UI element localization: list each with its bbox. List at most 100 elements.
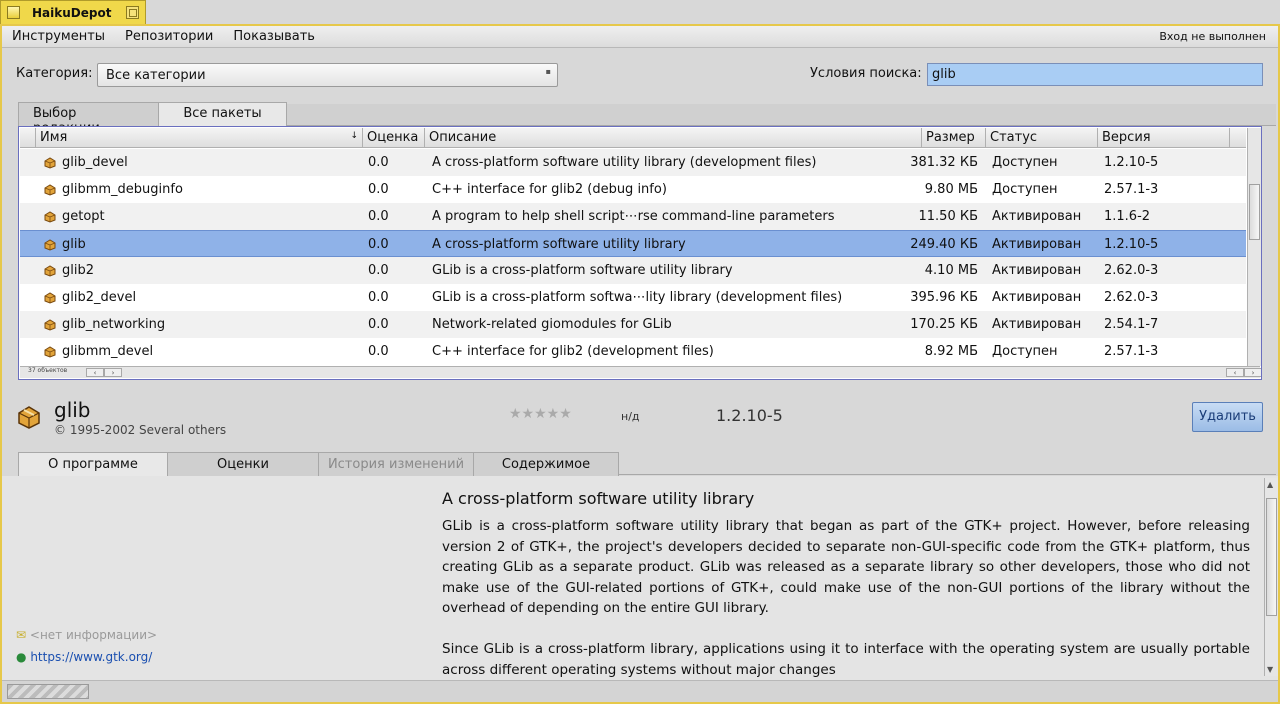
package-icon (44, 239, 56, 251)
scroll-down-icon[interactable]: ▼ (1267, 665, 1273, 674)
row-rating: 0.0 (368, 290, 389, 305)
table-row[interactable]: glib2 0.0 GLib is a cross-platform softw… (20, 257, 1246, 284)
list-header: Имя ↓ Оценка Описание Размер Статус Верс… (20, 128, 1246, 148)
login-status[interactable]: Вход не выполнен (1159, 30, 1278, 43)
about-title: A cross-platform software utility librar… (442, 489, 755, 508)
tab-about[interactable]: О программе (18, 452, 168, 476)
row-description: A cross-platform software utility librar… (432, 155, 817, 170)
row-status: Доступен (992, 344, 1058, 359)
package-icon (44, 319, 56, 331)
tab-featured[interactable]: Выбор редакции (18, 102, 159, 136)
row-size: 9.80 МБ (924, 182, 978, 197)
tab-contents[interactable]: Содержимое (473, 452, 619, 476)
about-description-2: Since GLib is a cross-platform library, … (442, 641, 1250, 678)
list-vertical-scrollbar[interactable] (1247, 128, 1261, 366)
remove-button[interactable]: Удалить (1192, 402, 1263, 432)
tab-changelog: История изменений (318, 452, 474, 476)
package-icon (44, 211, 56, 223)
row-version: 2.57.1-3 (1104, 344, 1159, 359)
item-count: 37 объектов (28, 367, 68, 374)
table-row-selected[interactable]: glib 0.0 A cross-platform software utili… (20, 230, 1246, 257)
row-rating: 0.0 (368, 237, 389, 252)
header-rating[interactable]: Оценка (363, 128, 425, 148)
package-large-icon (18, 406, 40, 429)
package-version: 1.2.10-5 (716, 406, 783, 425)
progress-bar (7, 684, 89, 699)
close-window-button[interactable] (7, 6, 20, 19)
about-description: GLib is a cross-platform software utilit… (442, 518, 1250, 616)
category-value: Все категории (106, 68, 206, 83)
search-input[interactable] (927, 63, 1263, 86)
table-row[interactable]: glib2_devel 0.0 GLib is a cross-platform… (20, 284, 1246, 311)
header-status[interactable]: Статус (986, 128, 1098, 148)
website-link[interactable]: ● https://www.gtk.org/ (16, 650, 152, 664)
package-icon (44, 184, 56, 196)
row-name: glib_devel (62, 155, 128, 170)
list-rows: glib_devel 0.0 A cross-platform software… (20, 149, 1246, 365)
sort-down-icon: ↓ (350, 131, 358, 141)
row-status: Активирован (992, 263, 1082, 278)
row-name: glib2 (62, 263, 94, 278)
row-description: C++ interface for glib2 (debug info) (432, 182, 667, 197)
category-select[interactable]: Все категории ▪ (97, 63, 558, 87)
row-version: 2.62.0-3 (1104, 263, 1159, 278)
scroll-left-icon[interactable]: ‹ (86, 368, 104, 377)
package-name: glib (54, 398, 91, 422)
publisher-email: ✉ <нет информации> (16, 628, 157, 642)
row-description: A cross-platform software utility librar… (432, 237, 686, 252)
header-spacer (20, 128, 36, 148)
window-tab[interactable]: HaikuDepot (0, 0, 146, 24)
table-row[interactable]: glib_networking 0.0 Network-related giom… (20, 311, 1246, 338)
row-rating: 0.0 (368, 209, 389, 224)
header-size[interactable]: Размер (922, 128, 986, 148)
row-rating: 0.0 (368, 182, 389, 197)
row-description: A program to help shell script⋯rse comma… (432, 209, 835, 224)
menu-tools[interactable]: Инструменты (2, 29, 115, 44)
scroll-left-icon[interactable]: ‹ (1226, 368, 1244, 377)
row-size: 170.25 КБ (910, 317, 978, 332)
row-size: 249.40 КБ (910, 237, 978, 252)
header-name[interactable]: Имя ↓ (36, 128, 363, 148)
package-list[interactable]: Имя ↓ Оценка Описание Размер Статус Верс… (18, 126, 1262, 380)
package-copyright: © 1995-2002 Several others (54, 423, 227, 437)
scrollbar-thumb[interactable] (1249, 184, 1260, 240)
header-description[interactable]: Описание (425, 128, 922, 148)
row-description: C++ interface for glib2 (development fil… (432, 344, 714, 359)
row-size: 11.50 КБ (918, 209, 979, 224)
row-rating: 0.0 (368, 155, 389, 170)
table-row[interactable]: glib_devel 0.0 A cross-platform software… (20, 149, 1246, 176)
table-row[interactable]: glibmm_debuginfo 0.0 C++ interface for g… (20, 176, 1246, 203)
row-version: 2.54.1-7 (1104, 317, 1159, 332)
menu-bar: Инструменты Репозитории Показывать Вход … (2, 26, 1278, 48)
menu-show[interactable]: Показывать (223, 29, 325, 44)
zoom-window-button[interactable] (126, 6, 139, 19)
row-status: Активирован (992, 209, 1082, 224)
scroll-up-icon[interactable]: ▲ (1267, 480, 1273, 489)
table-row[interactable]: glibmm_devel 0.0 C++ interface for glib2… (20, 338, 1246, 365)
scrollbar-thumb[interactable] (1266, 498, 1277, 616)
list-horizontal-scrollbar[interactable]: 37 объектов ‹ › ‹ › (20, 366, 1261, 378)
row-version: 2.57.1-3 (1104, 182, 1159, 197)
row-status: Активирован (992, 317, 1082, 332)
row-version: 1.2.10-5 (1104, 237, 1159, 252)
header-version[interactable]: Версия (1098, 128, 1230, 148)
row-status: Доступен (992, 182, 1058, 197)
row-description: GLib is a cross-platform software utilit… (432, 263, 733, 278)
table-row[interactable]: getopt 0.0 A program to help shell scrip… (20, 203, 1246, 230)
menu-repositories[interactable]: Репозитории (115, 29, 223, 44)
dropdown-arrow-icon: ▪ (545, 67, 551, 76)
row-rating: 0.0 (368, 263, 389, 278)
row-size: 4.10 МБ (924, 263, 978, 278)
row-rating: 0.0 (368, 344, 389, 359)
scroll-right-icon[interactable]: › (104, 368, 122, 377)
website-url[interactable]: https://www.gtk.org/ (30, 650, 152, 664)
row-description: Network-related giomodules for GLib (432, 317, 672, 332)
rating-stars: ★★★★★ (509, 406, 572, 422)
row-name: glib2_devel (62, 290, 137, 305)
scroll-right-icon[interactable]: › (1244, 368, 1261, 377)
tab-ratings[interactable]: Оценки (167, 452, 319, 476)
publisher-email-text: <нет информации> (29, 628, 158, 642)
tab-all-packages[interactable]: Все пакеты (158, 102, 287, 126)
row-name: glib_networking (62, 317, 166, 332)
about-vertical-scrollbar[interactable]: ▲ ▼ (1264, 478, 1278, 676)
